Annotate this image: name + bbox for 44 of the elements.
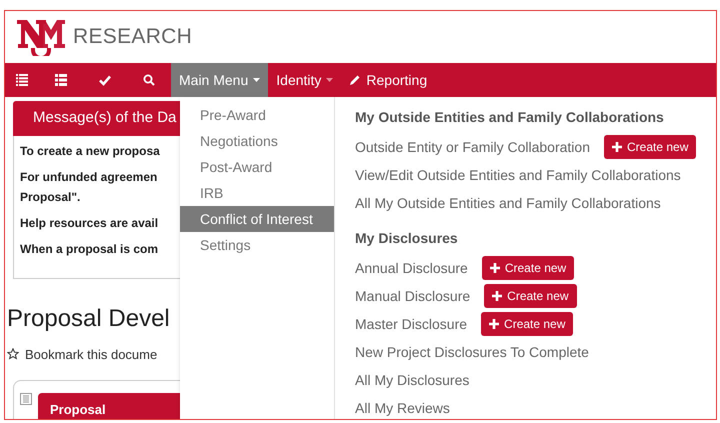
- section-heading: My Outside Entities and Family Collaborations: [355, 108, 665, 127]
- logo-icon: [15, 18, 67, 56]
- card-header: Message(s) of the Da: [13, 101, 180, 136]
- menu-link[interactable]: Manual Disclosure: [355, 286, 470, 306]
- menu-link[interactable]: Annual Disclosure: [355, 258, 468, 278]
- menu-link[interactable]: All My Disclosures: [355, 370, 470, 390]
- star-icon: [7, 348, 19, 360]
- plus-icon: [490, 263, 500, 273]
- page-title: Proposal Devel: [7, 304, 171, 334]
- message-text: For unfunded agreemen: [20, 170, 158, 184]
- section-heading: My Disclosures: [355, 229, 459, 248]
- proposal-tab[interactable]: Proposal: [38, 393, 180, 419]
- bookmark-link[interactable]: Bookmark this docume: [25, 344, 158, 364]
- menu-item[interactable]: IRB: [180, 180, 334, 206]
- caret-icon: [253, 78, 260, 82]
- menu-link[interactable]: All My Reviews: [355, 398, 450, 418]
- message-text: When a proposal is com: [20, 242, 158, 256]
- plus-icon: [492, 291, 502, 301]
- menu-item[interactable]: Negotiations: [180, 128, 334, 154]
- menu-link[interactable]: All My Outside Entities and Family Collaborations: [355, 192, 661, 214]
- menu-item[interactable]: Conflict of Interest: [180, 206, 334, 232]
- document-icon: [20, 393, 32, 405]
- create-new-button[interactable]: Create new: [481, 312, 574, 336]
- logo-text: RESEARCH: [73, 24, 192, 50]
- menu-item[interactable]: Pre-Award: [180, 102, 334, 128]
- nav-link[interactable]: Reporting: [341, 63, 436, 97]
- message-text: To create a new proposa: [20, 144, 160, 158]
- menu-item[interactable]: Settings: [180, 232, 334, 258]
- message-text: Proposal".: [20, 190, 80, 204]
- plus-icon: [612, 142, 622, 152]
- create-new-button[interactable]: Create new: [484, 284, 577, 308]
- menu-link[interactable]: Outside Entity or Family Collaboration: [355, 136, 590, 158]
- menu-link[interactable]: Master Disclosure: [355, 314, 468, 334]
- menu-item[interactable]: Post-Award: [180, 154, 334, 180]
- menu-link[interactable]: View/Edit Outside Entities and Family Collaborations: [355, 164, 681, 186]
- dropdown-menu-button[interactable]: Identity: [268, 63, 342, 97]
- menu-link[interactable]: New Project Disclosures To Complete: [355, 342, 589, 362]
- pencil-icon: [349, 74, 362, 86]
- plus-icon: [489, 319, 500, 329]
- caret-icon: [326, 78, 334, 82]
- dropdown-menu-button[interactable]: Main Menu: [171, 63, 268, 97]
- message-text: Help resources are avail: [20, 216, 158, 230]
- create-new-button[interactable]: Create new: [482, 256, 574, 280]
- create-new-button[interactable]: Create new: [604, 135, 696, 159]
